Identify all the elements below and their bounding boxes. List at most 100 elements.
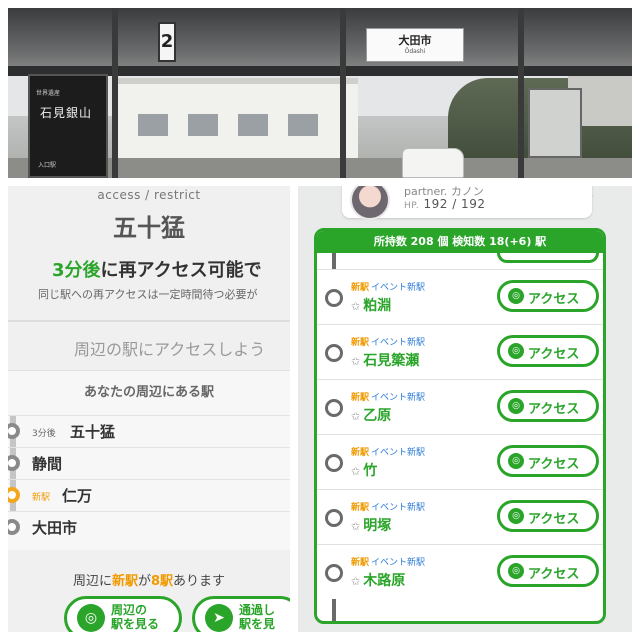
tag-new: 新駅 (351, 448, 370, 458)
station-dot (325, 454, 343, 472)
rocket-icon: ➤ (205, 604, 233, 632)
platform-pole (518, 8, 524, 178)
view-passed-label: 通過し 駅を見 (239, 603, 275, 631)
view-passed-stations-button[interactable]: ➤ 通過し 駅を見 (192, 596, 290, 632)
access-button[interactable]: ◎ アクセス (497, 335, 599, 367)
station-name: 大田市 (32, 519, 78, 537)
signboard-sub: 世界遺産 (36, 90, 61, 97)
partner-card[interactable]: partner. カノン HP. 192 / 192 (342, 186, 592, 220)
access-label: アクセス (528, 567, 580, 582)
hp-line: HP. 192 / 192 (404, 197, 485, 211)
station-tag-new: 新駅 (32, 493, 51, 503)
station-dot (325, 399, 343, 417)
tag-event: イベント新駅 (371, 393, 426, 403)
access-icon: ◎ (508, 453, 524, 469)
access-button-partial[interactable] (497, 253, 599, 263)
station-dot (325, 344, 343, 362)
parked-van (402, 148, 464, 178)
view-passed-line1: 通過し (239, 603, 276, 617)
access-icon: ◎ (508, 563, 524, 579)
building-window (238, 114, 268, 136)
sekai-isan-signboard: 世界遺産 石見銀山 入口駅 (28, 74, 108, 178)
reaccess-message: 3分後に再アクセス可能で (52, 256, 262, 282)
nearby-station-row[interactable]: 3分後 五十猛 (8, 415, 290, 447)
nearby-stations-panel: あなたの周辺にある駅 3分後 五十猛 静間 新駅 仁万 大田市 (8, 370, 290, 550)
access-label: アクセス (528, 347, 580, 362)
nearby-prompt: 周辺の駅にアクセスしよう (74, 340, 266, 359)
star-outline-icon: ✩ (351, 575, 361, 588)
access-button[interactable]: ◎ アクセス (497, 500, 599, 532)
star-outline-icon: ✩ (351, 520, 361, 533)
info-board (528, 88, 582, 158)
tag-new: 新駅 (351, 338, 370, 348)
station-name-wrap: ✩ 明塚 (351, 515, 391, 535)
station-name-wrap: ✩ 石見簗瀬 (351, 350, 419, 370)
nearby-station-row[interactable]: 大田市 (8, 511, 290, 543)
station-sign-romaji: Ōdashi (404, 48, 426, 55)
view-nearby-stations-button[interactable]: ◎ 周辺の 駅を見る (64, 596, 182, 632)
current-station-title: 五十猛 (113, 214, 185, 242)
building-window (188, 114, 218, 136)
station-name: 乙原 (363, 408, 392, 424)
station-name: 仁万 (62, 487, 93, 505)
view-nearby-line2: 駅を見る (111, 617, 160, 631)
station-tags: 新駅 イベント新駅 (351, 280, 425, 293)
station-tags: 新駅 イベント新駅 (351, 390, 425, 403)
station-tag: 3分後 (32, 429, 56, 439)
station-name-wrap: ✩ 乙原 (351, 405, 391, 425)
station-row: 新駅 イベント新駅 ✩ 木路原 ◎ アクセス (317, 544, 603, 599)
access-button[interactable]: ◎ アクセス (497, 280, 599, 312)
access-label: アクセス (528, 292, 580, 307)
nearby-station-row[interactable]: 新駅 仁万 (8, 479, 290, 511)
station-list: 所持数 208 個 検知数 18(+6) 駅 新駅 イベント新駅 ✩ 粕淵 ◎ アクセ… (314, 228, 606, 624)
access-icon: ◎ (508, 343, 524, 359)
station-dot (8, 519, 20, 535)
star-outline-icon: ✩ (351, 355, 361, 368)
station-tags: 新駅 イベント新駅 (351, 335, 425, 348)
access-label: アクセス (528, 457, 580, 472)
tag-new: 新駅 (351, 393, 370, 403)
station-sign-jp: 大田市 (398, 34, 432, 47)
station-name: 石見簗瀬 (363, 353, 420, 369)
station-dot (325, 509, 343, 527)
access-icon: ◎ (508, 398, 524, 414)
nearby-station-row[interactable]: 静間 (8, 447, 290, 479)
tag-new: 新駅 (351, 503, 370, 513)
reaccess-text: に再アクセス可能で (100, 260, 262, 281)
tag-event: イベント新駅 (371, 503, 426, 513)
station-dot (325, 564, 343, 582)
station-row: 新駅 イベント新駅 ✩ 竹 ◎ アクセス (317, 434, 603, 489)
star-outline-icon: ✩ (351, 300, 361, 313)
nearby-header: あなたの周辺にある駅 (83, 385, 214, 400)
access-label: アクセス (528, 402, 580, 417)
nearby-summary: 周辺に新駅が8駅あります (8, 570, 290, 589)
station-name: 静間 (32, 455, 63, 473)
signboard-title: 石見銀山 (40, 106, 93, 120)
tag-event: イベント新駅 (371, 283, 426, 293)
access-label: アクセス (528, 512, 580, 527)
station-row: 新駅 イベント新駅 ✩ 粕淵 ◎ アクセス (317, 269, 603, 324)
tag-new: 新駅 (351, 283, 370, 293)
view-passed-line2: 駅を見 (239, 617, 276, 631)
platform-roof (8, 8, 632, 70)
station-name: 粕淵 (363, 298, 392, 314)
view-nearby-label: 周辺の 駅を見る (111, 603, 159, 631)
summary-count: 8駅 (150, 574, 174, 589)
building-window (288, 114, 318, 136)
access-restrict-screen: access / restrict 五十猛 3分後に再アクセス可能で 同じ駅への… (8, 186, 290, 632)
station-name: 木路原 (363, 573, 406, 589)
station-name-wrap: ✩ 木路原 (351, 570, 405, 590)
tag-event: イベント新駅 (371, 558, 426, 568)
station-dot-new (8, 487, 20, 503)
station-name: 竹 (363, 463, 378, 479)
hp-value: 192 / 192 (423, 197, 486, 211)
hp-label: HP. (404, 201, 420, 211)
station-tags: 新駅 イベント新駅 (351, 500, 425, 513)
access-button[interactable]: ◎ アクセス (497, 390, 599, 422)
access-button[interactable]: ◎ アクセス (497, 445, 599, 477)
station-name-wrap: ✩ 竹 (351, 460, 377, 480)
station-dot (325, 289, 343, 307)
access-icon: ◎ (508, 288, 524, 304)
nearby-icon: ◎ (77, 604, 105, 632)
access-button[interactable]: ◎ アクセス (497, 555, 599, 587)
